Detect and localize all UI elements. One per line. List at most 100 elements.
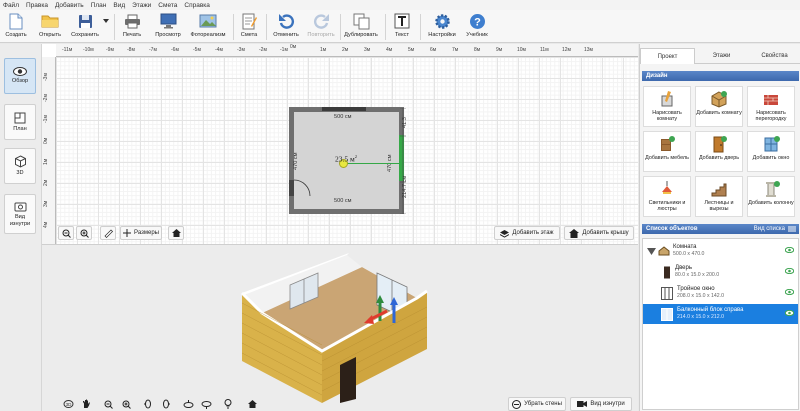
video-camera-icon [577,401,588,407]
3d-view-button[interactable]: 3D [4,148,36,184]
plan-view-button[interactable]: План [4,104,36,140]
remove-walls-button[interactable]: Убрать стены [508,397,566,411]
add-column-label: Добавить колонну [748,200,794,206]
menu-add[interactable]: Добавить [55,2,84,9]
redo-label: Повторить [307,32,335,38]
visibility-eye-icon[interactable] [785,310,794,316]
overview-button[interactable]: Обзор [4,58,36,94]
menu-view[interactable]: Вид [113,2,125,9]
open-button[interactable]: Открыть [36,11,64,42]
tab-project[interactable]: Проект [640,48,695,64]
draw-room-button[interactable]: Нарисовать комнату [643,86,691,127]
menu-file[interactable]: Файл [3,2,19,9]
rotate-right-button[interactable] [158,397,174,411]
draw-partition-button[interactable]: Нарисовать перегородку [747,86,795,127]
inside-view-button[interactable]: Вид изнутри [4,194,36,234]
rotate-left-button[interactable] [140,397,156,411]
rotate-3d-icon: 3D [63,400,73,408]
estimate-button[interactable]: Смета [236,11,262,42]
tab-properties[interactable]: Свойства [748,48,800,64]
add-window-button[interactable]: Добавить окно [747,131,795,172]
menu-estimate[interactable]: Смета [158,2,177,9]
window-top[interactable] [322,107,366,111]
add-door-label: Добавить дверь [698,155,740,161]
list-item-selected[interactable]: Балконный блок справа 214.0 x 15.0 x 212… [643,304,798,324]
add-room-button[interactable]: Добавить комнату [695,86,743,127]
create-button[interactable]: Создать [2,11,30,42]
3d-inside-view-button[interactable]: Вид изнутри [570,397,632,411]
vertical-ruler: -3м -2м -1м 0м 1м 2м 3м 4м [42,57,56,244]
gear-icon [433,12,451,30]
draw-room-icon [661,91,673,107]
add-column-button[interactable]: Добавить колонну [747,176,795,217]
toolbar-separator [266,14,267,40]
undo-button[interactable]: Отменить [270,11,302,42]
save-button[interactable]: Сохранить [68,11,102,42]
pan-button[interactable] [78,397,94,411]
stairs-button[interactable]: Лестницы и вырезы [695,176,743,217]
preview-button[interactable]: Просмотр [151,11,185,42]
door-name: Дверь [675,265,692,271]
add-door-button[interactable]: Добавить дверь [695,131,743,172]
3d-zoom-out-button[interactable] [100,397,116,411]
tilt-up-button[interactable] [180,397,196,411]
visibility-eye-icon[interactable] [785,268,794,274]
print-button[interactable]: Печать [118,11,146,42]
home-button[interactable] [168,226,184,240]
draw-room-label: Нарисовать комнату [652,110,682,123]
rotate-3d-button[interactable]: 3D [60,397,76,411]
zoom-out-button[interactable] [58,226,74,240]
design-section-header: Дизайн [642,71,799,81]
ruler-label: 1м [43,158,49,165]
add-floor-button[interactable]: Добавить этаж [494,226,560,240]
menu-plan[interactable]: План [91,2,107,9]
horizontal-ruler: -11м -10м -9м -8м -7м -6м -5м -4м -3м -2… [56,44,638,57]
ruler-label: 11м [540,47,549,53]
save-dropdown-button[interactable] [102,11,110,42]
lamps-button[interactable]: Светильники и люстры [643,176,691,217]
visibility-eye-icon[interactable] [785,289,794,295]
light-button[interactable] [220,397,236,411]
3d-home-button[interactable] [244,397,260,411]
menu-bar: Файл Правка Добавить План Вид Этажи Смет… [0,0,800,10]
plan-view[interactable]: -11м -10м -9м -8м -7м -6м -5м -4м -3м -2… [42,44,638,244]
list-item[interactable]: Дверь 80.0 x 15.0 x 200.0 [643,262,798,282]
list-item[interactable]: Комната 500.0 x 470.0 [643,241,798,261]
photorealism-button[interactable]: Фотореализм [188,11,228,42]
add-furniture-button[interactable]: Добавить мебель [643,131,691,172]
zoom-in-button[interactable] [76,226,92,240]
left-view-panel: Обзор План 3D Вид изнутри [0,44,42,411]
tutorial-button[interactable]: ? Учебник [462,11,492,42]
object-list[interactable]: Комната 500.0 x 470.0 Дверь 80.0 x 15.0 … [642,238,799,410]
list-view-link[interactable]: Вид списка [754,226,785,232]
zoom-out-icon [62,229,71,238]
redo-button[interactable]: Повторить [304,11,338,42]
overview-label: Обзор [11,78,29,84]
3d-view[interactable]: 3D Убрать стены Вид изнутри [42,244,638,411]
sizes-button[interactable]: Размеры [120,226,162,240]
add-window-icon [764,136,780,152]
measure-button[interactable] [100,226,116,240]
duplicate-button[interactable]: Дублировать [341,11,381,42]
add-roof-button[interactable]: Добавить крышу [564,226,634,240]
menu-floors[interactable]: Этажи [132,2,151,9]
text-button[interactable]: Текст [390,11,414,42]
triple-window-icon [661,286,673,300]
visibility-eye-icon[interactable] [785,247,794,253]
room-name: Комната [673,244,697,250]
cube-icon [14,155,26,168]
draw-partition-label: Нарисовать перегородку [755,110,787,123]
3d-room-model[interactable] [222,253,442,403]
ruler-label: -9м [106,47,114,53]
tab-floors[interactable]: Этажи [695,48,748,64]
list-view-icon[interactable] [788,226,796,232]
menu-edit[interactable]: Правка [26,2,48,9]
right-panel: Проект Этажи Свойства Дизайн Нарисовать … [639,44,800,411]
tilt-down-button[interactable] [198,397,214,411]
menu-help[interactable]: Справка [184,2,210,9]
settings-button[interactable]: Настройки [424,11,460,42]
room-area: 23.5 м2 [335,154,357,164]
3d-zoom-in-button[interactable] [118,397,134,411]
preview-label: Просмотр [155,32,181,38]
list-item[interactable]: Тройное окно 208.0 x 15.0 x 142.0 [643,283,798,303]
